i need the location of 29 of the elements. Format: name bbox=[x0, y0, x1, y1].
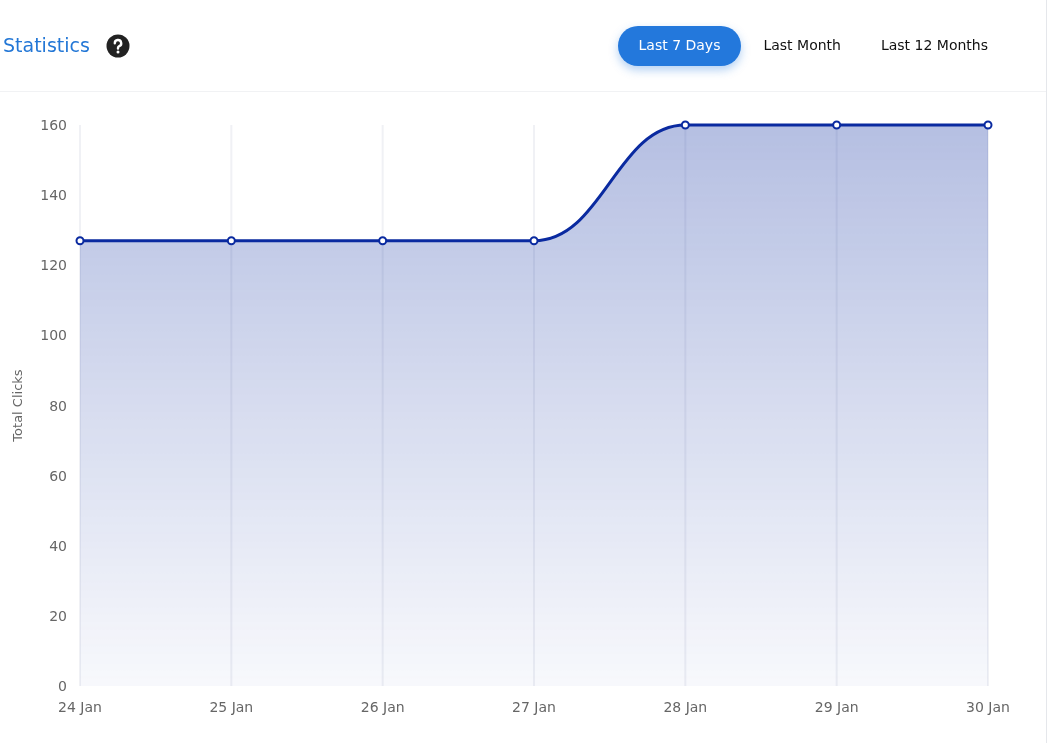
section-title: Statistics bbox=[3, 33, 90, 59]
data-point bbox=[983, 120, 993, 130]
y-tick-label: 20 bbox=[49, 607, 67, 624]
x-tick-label: 30 Jan bbox=[966, 699, 1010, 715]
data-point bbox=[680, 120, 690, 130]
x-tick-label: 26 Jan bbox=[360, 699, 405, 715]
y-tick-label: 100 bbox=[40, 327, 67, 344]
y-tick-label: 140 bbox=[40, 187, 67, 204]
x-tick-label: 28 Jan bbox=[663, 699, 708, 715]
y-axis-label: Total Clicks bbox=[10, 369, 25, 442]
data-point bbox=[226, 236, 236, 246]
y-tick-label: 60 bbox=[49, 467, 67, 484]
y-tick-label: 40 bbox=[49, 537, 67, 554]
x-tick-label: 29 Jan bbox=[814, 699, 859, 715]
data-point bbox=[378, 236, 388, 246]
range-tab[interactable]: Last Month bbox=[745, 25, 859, 66]
y-tick-label: 160 bbox=[40, 117, 67, 133]
data-point bbox=[529, 236, 539, 246]
data-point bbox=[832, 120, 842, 130]
x-tick-label: 25 Jan bbox=[209, 699, 254, 715]
y-tick-label: 0 bbox=[58, 678, 67, 694]
x-tick-label: 27 Jan bbox=[512, 699, 556, 715]
range-tab[interactable]: Last 12 Months bbox=[862, 25, 1006, 66]
y-tick-label: 120 bbox=[40, 257, 67, 274]
y-tick-label: 80 bbox=[49, 397, 67, 414]
range-tab[interactable]: Last 7 Days bbox=[617, 25, 742, 66]
data-point bbox=[75, 236, 85, 246]
x-tick-label: 24 Jan bbox=[58, 699, 102, 715]
help-icon[interactable] bbox=[105, 33, 130, 58]
